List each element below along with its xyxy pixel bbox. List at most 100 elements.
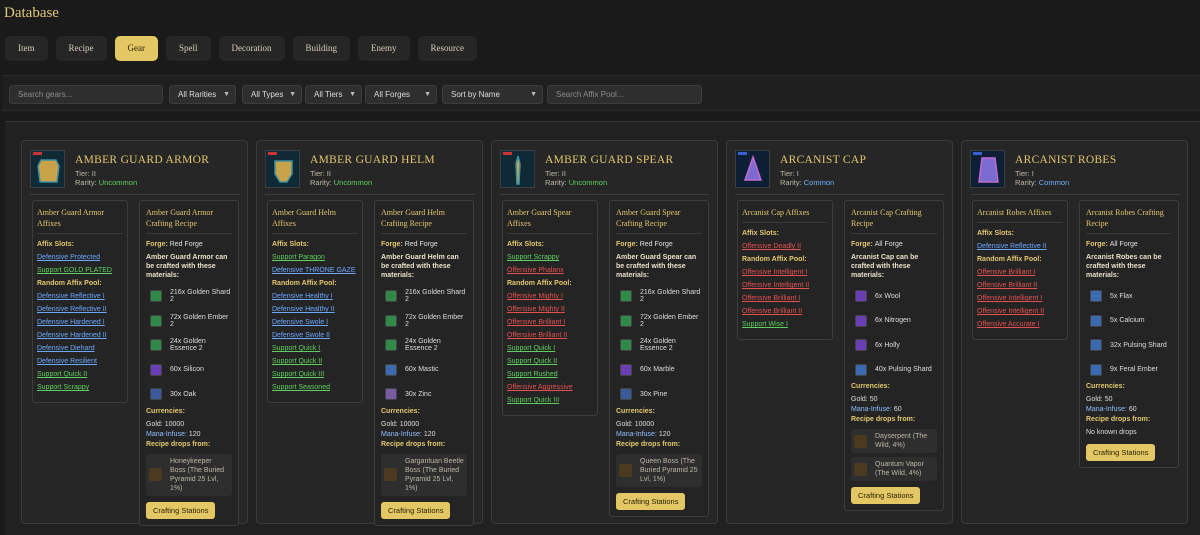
gear-card[interactable]: ARCANIST CAP Tier: I Rarity: Common Arcanis… <box>726 140 953 524</box>
affix-pool-item[interactable]: Support Seasoned <box>272 383 358 393</box>
random-pool-label: Random Affix Pool: <box>272 280 337 287</box>
tab-enemy[interactable]: Enemy <box>358 36 410 61</box>
tab-recipe[interactable]: Recipe <box>55 36 107 61</box>
affix-pool-search-input[interactable]: Search Affix Pool... <box>547 85 702 104</box>
affix-pool-item[interactable]: Support Wise I <box>742 320 828 330</box>
gear-art-icon <box>978 157 999 183</box>
recipe-panel: Arcanist Robes Crafting Recipe Forge: All… <box>1079 200 1179 468</box>
crafting-stations-button[interactable]: Crafting Stations <box>1086 444 1156 461</box>
affix-pool-item[interactable]: Defensive Resilient <box>37 357 123 367</box>
drop-source[interactable]: Queen Boss (The Buried Pyramid 25 Lvl, 1… <box>616 453 702 487</box>
affix-pool-item[interactable]: Defensive Healthy I <box>272 292 358 302</box>
affix-pool-item[interactable]: Support Quick I <box>507 344 593 354</box>
affix-pool-item[interactable]: Support Quick II <box>37 370 123 380</box>
affix-pool-item[interactable]: Support Quick III <box>507 396 593 406</box>
gear-card[interactable]: AMBER GUARD HELM Tier: II Rarity: Uncommon… <box>256 140 483 526</box>
affix-slot[interactable]: Support GOLD PLATED <box>37 266 123 276</box>
affix-pool-item[interactable]: Defensive Healthy II <box>272 305 358 315</box>
affix-slot[interactable]: Support Scrappy <box>507 253 593 263</box>
affix-slot[interactable]: Offensive Phalanx <box>507 266 593 276</box>
affix-pool-item[interactable]: Offensive Accurate I <box>977 320 1063 330</box>
recipe-description: Amber Guard Spear can be crafted with th… <box>616 254 697 279</box>
affix-pool-item[interactable]: Defensive Reflective II <box>37 305 123 315</box>
gold-value: 10000 <box>399 420 420 428</box>
affix-pool-item[interactable]: Defensive Reflective I <box>37 292 123 302</box>
mana-value: 120 <box>423 430 436 438</box>
random-pool-label: Random Affix Pool: <box>37 280 102 287</box>
affix-slot[interactable]: Defensive THRONE GAZE <box>272 266 358 276</box>
mana-line: Mana-Infuse: 60 <box>1086 406 1137 413</box>
affix-pool-item[interactable]: Offensive Brilliant II <box>742 307 828 317</box>
card-divider <box>735 194 945 195</box>
search-gears-input[interactable]: Search gears... <box>9 85 163 104</box>
affix-pool-item[interactable]: Offensive Brilliant I <box>742 294 828 304</box>
gear-name: ARCANIST ROBES <box>1015 154 1117 166</box>
affix-pool-item[interactable]: Support Scrappy <box>37 383 123 393</box>
recipe-description: Amber Guard Armor can be crafted with th… <box>146 254 228 279</box>
drop-text: Quantum Vapor (The Wild, 4%) <box>875 461 924 477</box>
affix-slots-label: Affix Slots: <box>272 241 309 248</box>
filter-bar: Search gears... All Rarities ▼ All Types ▼… <box>2 75 1200 111</box>
drop-source[interactable]: Quantum Vapor (The Wild, 4%) <box>851 457 937 481</box>
drop-source[interactable]: Honeykeeper Boss (The Buried Pyramid 25 … <box>146 453 232 496</box>
affix-pool-item[interactable]: Support Quick I <box>272 344 358 354</box>
calcium-icon <box>1090 314 1102 327</box>
tier-select[interactable]: All Tiers ▼ <box>305 85 362 104</box>
affix-pool-item[interactable]: Offensive Brilliant II <box>507 331 593 341</box>
crafting-stations-button[interactable]: Crafting Stations <box>851 487 921 504</box>
affix-pool-item[interactable]: Offensive Brilliant I <box>507 318 593 328</box>
gear-thumbnail <box>735 150 770 188</box>
affix-pool-item[interactable]: Offensive Mighty I <box>507 292 593 302</box>
gear-card[interactable]: AMBER GUARD SPEAR Tier: II Rarity: Uncommo… <box>491 140 718 524</box>
tab-building[interactable]: Building <box>292 36 351 61</box>
affix-pool-item[interactable]: Offensive Intelligent II <box>977 307 1063 317</box>
rarity-select[interactable]: All Rarities ▼ <box>169 85 236 104</box>
affix-pool-item[interactable]: Offensive Intelligent I <box>977 294 1063 304</box>
crafting-stations-button[interactable]: Crafting Stations <box>146 501 216 519</box>
crafting-stations-button[interactable]: Crafting Stations <box>616 492 686 510</box>
affix-title: Amber Guard Spear Affixes <box>507 207 593 234</box>
affix-pool-item[interactable]: Offensive Brilliant II <box>977 281 1063 291</box>
drop-source[interactable]: Dayserpent (The Wild, 4%) <box>851 429 937 453</box>
affix-pool-item[interactable]: Offensive Brilliant I <box>977 268 1063 278</box>
affix-pool-item[interactable]: Support Quick II <box>272 357 358 367</box>
pulsing-shard-icon <box>1090 339 1102 352</box>
affix-pool-item[interactable]: Support Quick III <box>272 370 358 380</box>
crafting-stations-button[interactable]: Crafting Stations <box>381 501 451 519</box>
gear-card[interactable]: ARCANIST ROBES Tier: I Rarity: Common Arcan… <box>961 140 1188 524</box>
affix-slot[interactable]: Offensive Deadly II <box>742 242 828 252</box>
tab-spell[interactable]: Spell <box>166 36 211 61</box>
affix-slots-label: Affix Slots: <box>742 230 779 237</box>
affix-pool-item[interactable]: Defensive Hardened II <box>37 331 123 341</box>
tab-gear[interactable]: Gear <box>114 36 158 61</box>
affix-pool-item[interactable]: Offensive Mighty II <box>507 305 593 315</box>
affix-pool-item[interactable]: Support Rushed <box>507 370 593 380</box>
affix-pool-item[interactable]: Defensive Hardened I <box>37 318 123 328</box>
forge-select[interactable]: All Forges ▼ <box>365 85 437 104</box>
tab-decoration[interactable]: Decoration <box>218 36 285 61</box>
material-row: 24x Golden Essence 2 <box>146 333 232 358</box>
gear-card[interactable]: AMBER GUARD ARMOR Tier: II Rarity: Uncommo… <box>21 140 248 526</box>
mastic-icon <box>385 363 397 376</box>
sort-select[interactable]: Sort by Name ▼ <box>442 85 543 104</box>
affix-slot[interactable]: Support Paragon <box>272 253 358 263</box>
affix-pool-item[interactable]: Defensive Swole II <box>272 331 358 341</box>
affix-slot[interactable]: Defensive Protected <box>37 253 123 263</box>
affix-pool-item[interactable]: Offensive Intelligent I <box>742 268 828 278</box>
nitrogen-icon <box>855 314 867 327</box>
affix-slot[interactable]: Defensive Reflective II <box>977 242 1063 252</box>
tab-resource[interactable]: Resource <box>417 36 478 61</box>
affix-pool-item[interactable]: Support Quick II <box>507 357 593 367</box>
affix-pool-item[interactable]: Offensive Aggressive <box>507 383 593 393</box>
tab-item[interactable]: Item <box>5 36 48 61</box>
affix-pool-item[interactable]: Defensive Swole I <box>272 318 358 328</box>
affix-pool-item[interactable]: Offensive Intelligent II <box>742 281 828 291</box>
forge-value: Red Forge <box>169 241 203 248</box>
drop-source[interactable]: Gargantuan Beetle Boss (The Buried Pyram… <box>381 453 467 496</box>
recipe-drops-label: Recipe drops from: <box>1086 416 1151 423</box>
affix-pool-item[interactable]: Defensive Diehard <box>37 344 123 354</box>
affix-panel: Amber Guard Spear Affixes Affix Slots: Sup… <box>502 200 598 416</box>
gear-thumbnail <box>30 150 65 188</box>
currencies-label: Currencies: <box>381 407 420 415</box>
type-select[interactable]: All Types ▼ <box>242 85 302 104</box>
